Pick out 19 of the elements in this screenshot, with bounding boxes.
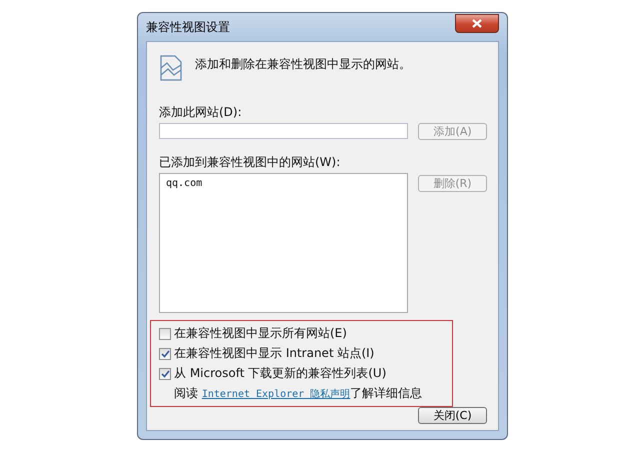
dialog-button[interactable]: 关闭(C) bbox=[418, 407, 487, 424]
checkbox[interactable] bbox=[159, 328, 171, 340]
sites-list[interactable]: qq.com bbox=[159, 173, 408, 313]
privacy-note: 阅读 Internet Explorer 隐私声明了解详细信息 bbox=[173, 385, 424, 402]
close-button[interactable] bbox=[455, 14, 499, 32]
header-text: 添加和删除在兼容性视图中显示的网站。 bbox=[195, 56, 411, 73]
checkbox[interactable] bbox=[159, 348, 171, 360]
field-label: 添加此网站(D): bbox=[159, 104, 243, 121]
checkbox[interactable] bbox=[159, 368, 171, 380]
checkbox-label[interactable]: 从 Microsoft 下载更新的兼容性列表(U) bbox=[174, 365, 386, 382]
picture-page-icon bbox=[159, 54, 183, 82]
privacy-link[interactable]: Internet Explorer 隐私声明 bbox=[202, 389, 350, 400]
list-label: 已添加到兼容性视图中的网站(W): bbox=[159, 154, 342, 171]
site-input-field[interactable] bbox=[159, 123, 408, 139]
close-icon bbox=[472, 18, 482, 28]
checkbox-label[interactable]: 在兼容性视图中显示所有网站(E) bbox=[174, 325, 347, 342]
checkbox-label[interactable]: 在兼容性视图中显示 Intranet 站点(I) bbox=[174, 345, 374, 362]
list-item[interactable]: qq.com bbox=[166, 178, 401, 189]
window-title: 兼容性视图设置 bbox=[146, 18, 230, 36]
